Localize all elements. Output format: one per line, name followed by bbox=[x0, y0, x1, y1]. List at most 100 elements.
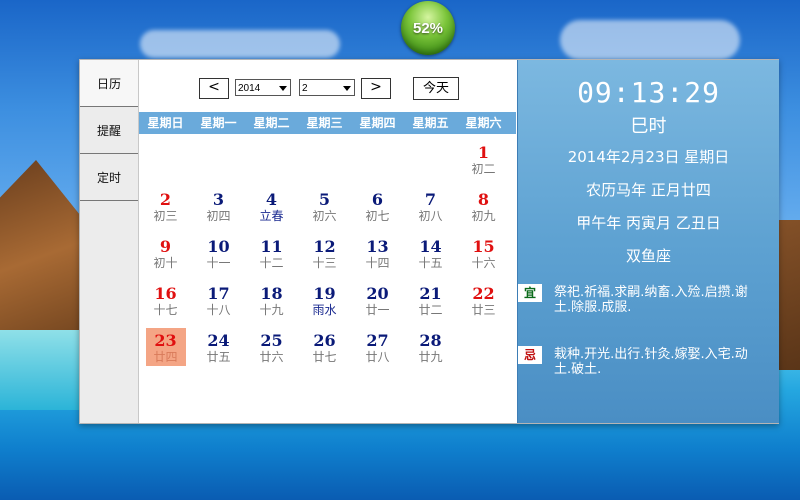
calendar-day[interactable]: 15 十六 bbox=[457, 234, 510, 281]
calendar-day[interactable]: 4 立春 bbox=[245, 187, 298, 234]
day-number: 20 bbox=[366, 284, 389, 303]
month-select[interactable]: 2 bbox=[299, 79, 355, 96]
calendar-day[interactable]: 24 廿五 bbox=[192, 328, 245, 375]
weekday-header: 星期日 星期一 星期二 星期三 星期四 星期五 星期六 bbox=[139, 112, 516, 134]
calendar-day[interactable]: 28 廿九 bbox=[404, 328, 457, 375]
day-number: 15 bbox=[472, 237, 495, 256]
solar-term-label: 雨水 bbox=[312, 303, 337, 317]
day-number: 7 bbox=[424, 190, 437, 209]
lunar-day: 十七 bbox=[153, 303, 178, 317]
lunar-day: 十八 bbox=[206, 303, 231, 317]
tab-timer[interactable]: 定时 bbox=[80, 154, 138, 201]
day-number: 3 bbox=[212, 190, 225, 209]
calendar-day bbox=[404, 140, 457, 187]
lunar-day: 初八 bbox=[418, 209, 443, 223]
calendar-day[interactable]: 8 初九 bbox=[457, 187, 510, 234]
chevron-down-icon bbox=[343, 86, 351, 91]
calendar-day[interactable]: 9 初十 bbox=[139, 234, 192, 281]
calendar-day[interactable]: 1 初二 bbox=[457, 140, 510, 187]
day-number: 18 bbox=[260, 284, 283, 303]
calendar-day[interactable]: 26 廿七 bbox=[298, 328, 351, 375]
day-number: 1 bbox=[477, 143, 490, 162]
calendar-day[interactable]: 21 廿二 bbox=[404, 281, 457, 328]
calendar-day[interactable]: 18 十九 bbox=[245, 281, 298, 328]
lunar-date: 农历马年 正月廿四 bbox=[586, 181, 711, 199]
calendar-day[interactable]: 5 初六 bbox=[298, 187, 351, 234]
ji-text: 栽种.开光.出行.针灸.嫁娶.入宅.动土.破土. bbox=[554, 347, 748, 377]
calendar-day[interactable]: 17 十八 bbox=[192, 281, 245, 328]
calendar-day bbox=[351, 140, 404, 187]
lagoon-image bbox=[0, 330, 80, 410]
ji-badge: 忌 bbox=[518, 346, 542, 364]
calendar-day bbox=[457, 328, 510, 375]
calendar-day[interactable]: 7 初八 bbox=[404, 187, 457, 234]
solar-term-label: 立春 bbox=[259, 209, 284, 223]
day-number: 12 bbox=[313, 237, 336, 256]
day-number: 19 bbox=[313, 284, 336, 303]
calendar-toolbar: < 2014 2 > 今天 bbox=[139, 75, 516, 101]
lunar-day: 廿八 bbox=[365, 350, 390, 364]
weekday-label: 星期二 bbox=[253, 116, 290, 130]
lunar-day: 十五 bbox=[418, 256, 443, 270]
lunar-day: 十一 bbox=[206, 256, 231, 270]
progress-ball[interactable]: 52% bbox=[401, 1, 455, 55]
lunar-day: 廿三 bbox=[471, 303, 496, 317]
calendar-day[interactable]: 14 十五 bbox=[404, 234, 457, 281]
calendar-day[interactable]: 22 廿三 bbox=[457, 281, 510, 328]
day-number: 16 bbox=[154, 284, 177, 303]
chevron-down-icon bbox=[279, 86, 287, 91]
tab-reminder[interactable]: 提醒 bbox=[80, 107, 138, 154]
calendar-day[interactable]: 11 十二 bbox=[245, 234, 298, 281]
solar-date: 2014年2月23日 星期日 bbox=[567, 148, 730, 166]
side-tabs: 日历 提醒 定时 bbox=[80, 60, 139, 423]
yi-text: 祭祀.祈福.求嗣.纳畜.入殓.启攒.谢土.除服.成服. bbox=[554, 285, 748, 315]
lunar-day: 廿二 bbox=[418, 303, 443, 317]
calendar-day bbox=[298, 140, 351, 187]
calendar-day[interactable]: 10 十一 bbox=[192, 234, 245, 281]
lunar-day: 初六 bbox=[312, 209, 337, 223]
day-number: 6 bbox=[371, 190, 384, 209]
lunar-day: 十九 bbox=[259, 303, 284, 317]
day-number: 2 bbox=[159, 190, 172, 209]
year-select[interactable]: 2014 bbox=[235, 79, 291, 96]
beach-hut-image bbox=[776, 220, 800, 370]
calendar-week-row: 9 初十 10 十一 11 十二 12 十三 13 十四 14 十五 15 十六 bbox=[139, 234, 516, 281]
day-number: 13 bbox=[366, 237, 389, 256]
calendar-day[interactable]: 2 初三 bbox=[139, 187, 192, 234]
day-number: 25 bbox=[260, 331, 283, 350]
shichen-label: 巳时 bbox=[630, 116, 667, 137]
calendar-day[interactable]: 19 雨水 bbox=[298, 281, 351, 328]
calendar-day[interactable]: 12 十三 bbox=[298, 234, 351, 281]
calendar-day[interactable]: 3 初四 bbox=[192, 187, 245, 234]
next-month-button[interactable]: > bbox=[361, 78, 391, 99]
calendar-day[interactable]: 25 廿六 bbox=[245, 328, 298, 375]
lunar-day: 廿一 bbox=[365, 303, 390, 317]
lunar-day: 十三 bbox=[312, 256, 337, 270]
day-number: 21 bbox=[419, 284, 442, 303]
ganzhi-date: 甲午年 丙寅月 乙丑日 bbox=[576, 214, 721, 232]
calendar-day[interactable]: 20 廿一 bbox=[351, 281, 404, 328]
lunar-day: 初四 bbox=[206, 209, 231, 223]
prev-month-button[interactable]: < bbox=[199, 78, 229, 99]
tab-calendar[interactable]: 日历 bbox=[80, 60, 138, 107]
day-number: 14 bbox=[419, 237, 442, 256]
calendar-day[interactable]: 13 十四 bbox=[351, 234, 404, 281]
day-number: 27 bbox=[366, 331, 389, 350]
calendar-day[interactable]: 16 十七 bbox=[139, 281, 192, 328]
day-number: 24 bbox=[207, 331, 230, 350]
calendar-day-today[interactable]: 23 廿四 bbox=[139, 328, 192, 375]
today-button[interactable]: 今天 bbox=[413, 77, 459, 100]
calendar-week-row: 1 初二 bbox=[139, 140, 516, 187]
weekday-label: 星期五 bbox=[412, 116, 449, 130]
cloud bbox=[140, 30, 340, 58]
calendar-week-row: 16 十七 17 十八 18 十九 19 雨水 20 廿一 21 廿二 22 廿三 bbox=[139, 281, 516, 328]
lunar-day: 廿六 bbox=[259, 350, 284, 364]
day-number: 11 bbox=[260, 237, 283, 256]
day-number: 4 bbox=[265, 190, 278, 209]
calendar-day[interactable]: 6 初七 bbox=[351, 187, 404, 234]
calendar-panel: < 2014 2 > 今天 星期日 星期一 星期二 星期三 星期四 星期五 星期… bbox=[139, 60, 516, 423]
calendar-day[interactable]: 27 廿八 bbox=[351, 328, 404, 375]
lunar-day: 十六 bbox=[471, 256, 496, 270]
weekday-label: 星期六 bbox=[465, 116, 502, 130]
lunar-day: 十二 bbox=[259, 256, 284, 270]
